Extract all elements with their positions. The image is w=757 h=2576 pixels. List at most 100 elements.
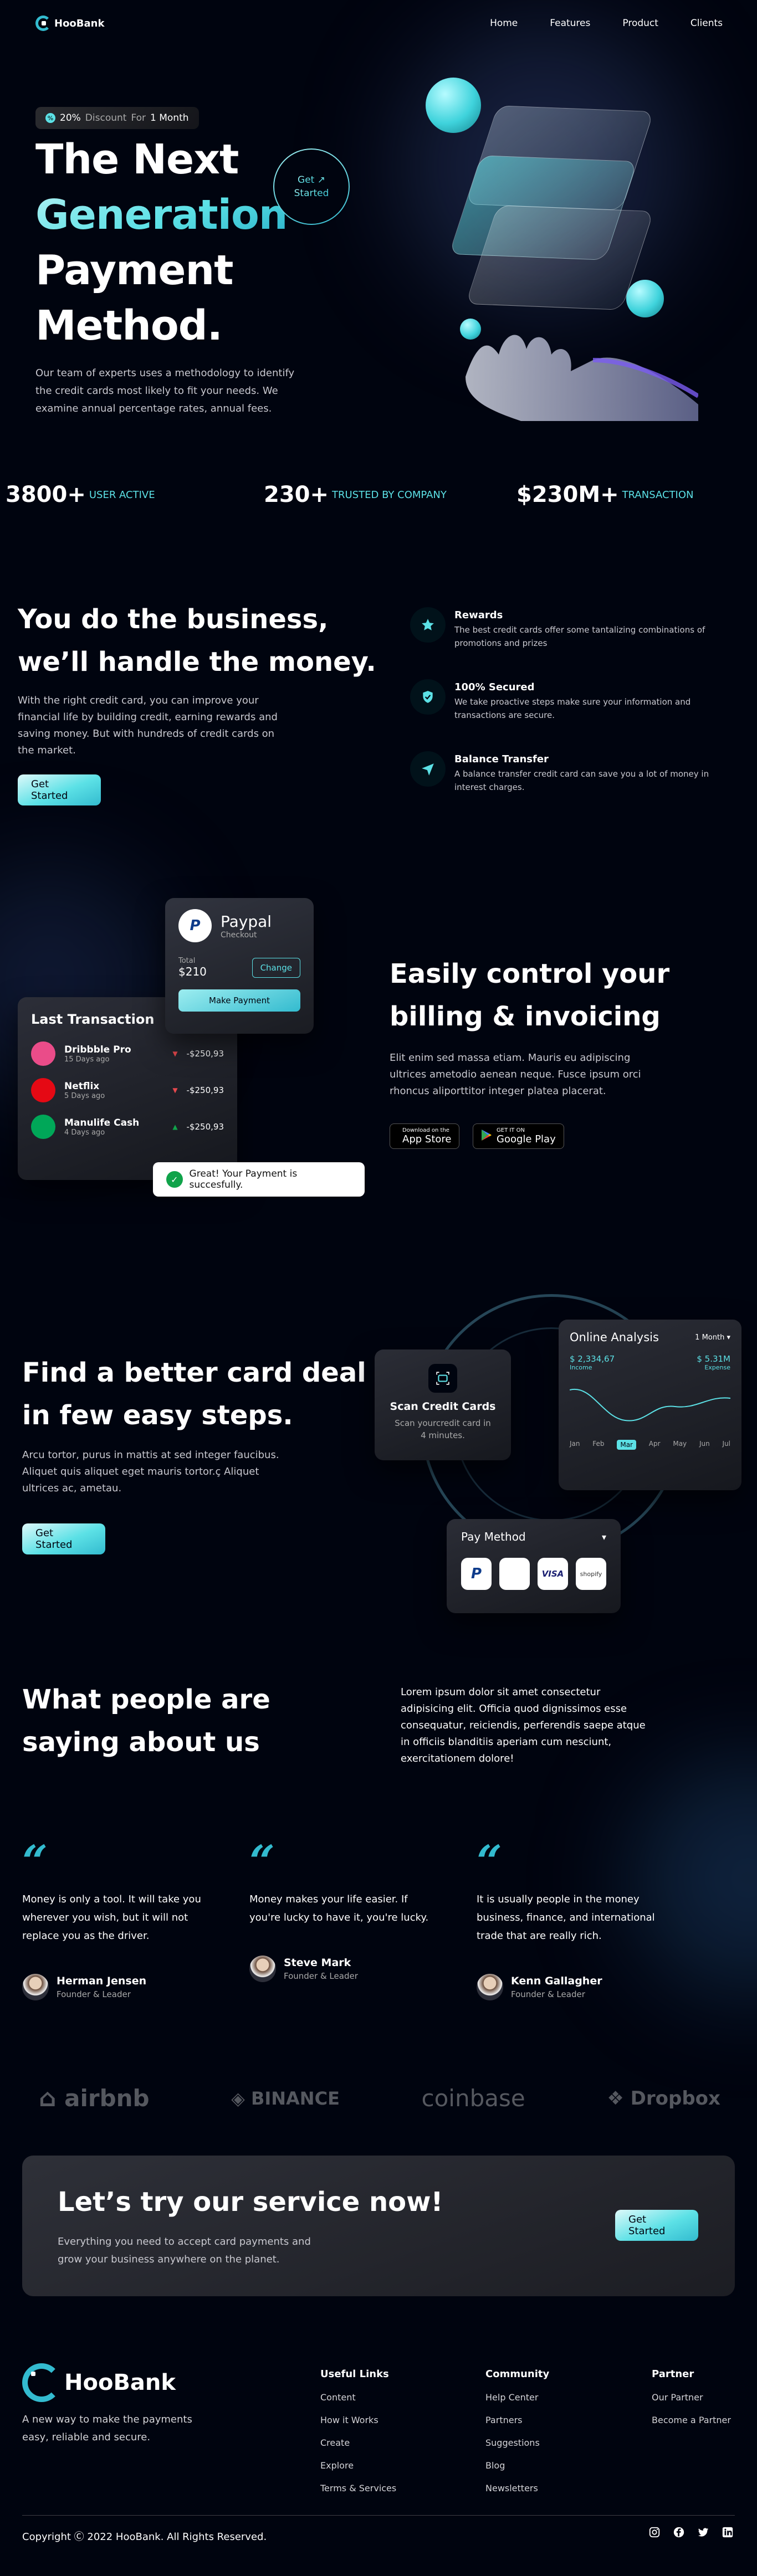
transaction-row[interactable]: Manulife Cash 4 Days ago ▲ -$250,93 (31, 1115, 224, 1139)
paypal-icon: P (178, 909, 212, 942)
footer-link[interactable]: Our Partner (652, 2392, 731, 2403)
get-label-1: Get (298, 175, 315, 186)
partner-logos: ⌂ airbnb ◈ BINANCE coinbase ❖ Dropbox (39, 2084, 720, 2112)
discount-icon: % (45, 113, 55, 123)
month-tab[interactable]: Apr (649, 1440, 661, 1450)
shopify-icon[interactable]: shopify (576, 1558, 606, 1590)
badge-pct: 20% (60, 112, 81, 124)
merchant-name: Manulife Cash (64, 1117, 140, 1128)
nav-link-features[interactable]: Features (550, 18, 590, 29)
footer-link[interactable]: Become a Partner (652, 2415, 731, 2425)
shield-icon (410, 679, 446, 715)
testimonial-text: It is usually people in the money busine… (477, 1893, 655, 1942)
airbnb-logo[interactable]: ⌂ airbnb (39, 2084, 150, 2112)
month-tab[interactable]: Jan (570, 1440, 580, 1450)
footer-link[interactable]: Content (320, 2392, 396, 2403)
footer-tagline: A new way to make the payments easy, rel… (22, 2414, 192, 2443)
avatar (477, 1974, 503, 2000)
stat-label: Transaction (622, 489, 694, 501)
transaction-list: Dribbble Pro 15 Days ago ▼ -$250,93 Netfl… (31, 1041, 224, 1139)
quote-icon: “ (477, 1835, 503, 1887)
testimonials-text: Lorem ipsum dolor sit amet consectetur a… (401, 1686, 646, 1764)
arrow-down-icon: ▼ (172, 1050, 178, 1058)
income-label: Income (570, 1364, 592, 1371)
appstore-big: App Store (402, 1133, 452, 1145)
stat-label: User Active (89, 489, 155, 501)
get-started-circle-button[interactable]: Get ↗ Started (273, 148, 350, 225)
badge-period: 1 Month (150, 112, 189, 124)
arrow-up-icon: ▲ (172, 1123, 178, 1131)
arrow-up-right-icon: ↗ (317, 175, 325, 186)
sphere-decoration (426, 78, 481, 133)
facebook-icon[interactable] (673, 2526, 685, 2541)
instagram-icon[interactable] (648, 2526, 661, 2541)
feature-rewards: Rewards The best credit cards offer some … (410, 607, 709, 650)
twitter-icon[interactable] (697, 2526, 709, 2541)
footer-link[interactable]: Terms & Services (320, 2483, 396, 2493)
get-started-button[interactable]: Get Started (22, 1523, 105, 1554)
nav-link-product[interactable]: Product (622, 18, 658, 29)
hoobank-logo-icon (22, 2363, 61, 2402)
get-started-button[interactable]: Get Started (615, 2210, 698, 2241)
get-started-button[interactable]: Get Started (18, 774, 101, 805)
google-play-icon (481, 1129, 492, 1143)
footer-link[interactable]: How it Works (320, 2415, 396, 2425)
linkedin-icon[interactable] (722, 2526, 734, 2541)
footer-link[interactable]: Newsletters (485, 2483, 549, 2493)
stat-value: $230M+ (516, 482, 619, 507)
month-tab[interactable]: Mar (617, 1440, 636, 1450)
transaction-date: 5 Days ago (64, 1091, 105, 1100)
month-tab[interactable]: May (673, 1440, 687, 1450)
binance-logo[interactable]: ◈ BINANCE (231, 2088, 340, 2109)
feature-title: Balance Transfer (454, 753, 549, 765)
expense-label: Expense (704, 1364, 730, 1371)
footer-link[interactable]: Explore (320, 2460, 396, 2471)
payment-success-toast: ✓ Great! Your Payment is succesfully. (153, 1162, 365, 1197)
hero-title-line-1: The Next (35, 136, 239, 183)
expense-value: $ 5.31M (697, 1354, 730, 1364)
footer-logo[interactable]: HooBank (22, 2363, 176, 2402)
footer-link[interactable]: Help Center (485, 2392, 549, 2403)
brand-name: HooBank (54, 17, 105, 29)
brand-logo[interactable]: HooBank (35, 16, 104, 31)
merchant-icon (31, 1115, 55, 1139)
business-title: You do the business, we’ll handle the mo… (18, 598, 376, 684)
coinbase-logo[interactable]: coinbase (422, 2085, 525, 2112)
footer-link[interactable]: Create (320, 2438, 396, 2448)
billing-title: Easily control your billing & invoicing (390, 953, 669, 1038)
nav-link-clients[interactable]: Clients (690, 18, 723, 29)
month-tab[interactable]: Feb (592, 1440, 604, 1450)
footer-link[interactable]: Suggestions (485, 2438, 549, 2448)
deal-title: Find a better card deal in few easy step… (22, 1352, 366, 1437)
avatar (249, 1956, 276, 1982)
scan-title: Scan Credit Cards (390, 1400, 496, 1413)
discount-badge: % 20% Discount For 1 Month (35, 107, 199, 129)
apple-pay-icon[interactable] (499, 1558, 530, 1590)
transaction-row[interactable]: Netflix 5 Days ago ▼ -$250,93 (31, 1078, 224, 1102)
app-store-button[interactable]: Download on the App Store (390, 1123, 460, 1149)
google-play-button[interactable]: GET IT ON Google Play (473, 1123, 564, 1149)
make-payment-button[interactable]: Make Payment (178, 989, 300, 1012)
dropbox-logo[interactable]: ❖ Dropbox (607, 2087, 720, 2110)
visa-icon[interactable]: VISA (538, 1558, 568, 1590)
stat-item: $230M+ Transaction (516, 482, 693, 507)
transaction-amount: -$250,93 (186, 1085, 224, 1095)
feature-secured: 100% Secured We take proactive steps make… (410, 679, 709, 722)
nav-links: Home Features Product Clients (490, 18, 723, 29)
feature-title: 100% Secured (454, 681, 535, 693)
period-dropdown[interactable]: 1 Month ▾ (695, 1333, 730, 1342)
footer-link[interactable]: Blog (485, 2460, 549, 2471)
transaction-amount: -$250,93 (186, 1122, 224, 1132)
transaction-row[interactable]: Dribbble Pro 15 Days ago ▼ -$250,93 (31, 1041, 224, 1066)
paypal-icon[interactable]: P (461, 1558, 492, 1590)
check-icon: ✓ (166, 1171, 183, 1188)
month-tab[interactable]: Jul (723, 1440, 730, 1450)
month-tab[interactable]: Jun (699, 1440, 710, 1450)
merchant-icon (31, 1078, 55, 1102)
nav-link-home[interactable]: Home (490, 18, 518, 29)
chevron-down-icon[interactable]: ▾ (602, 1532, 606, 1542)
footer-link[interactable]: Partners (485, 2415, 549, 2425)
scan-text: Scan yourcredit card in 4 minutes. (395, 1418, 491, 1440)
business-text: With the right credit card, you can impr… (18, 695, 278, 756)
change-button[interactable]: Change (252, 957, 300, 978)
